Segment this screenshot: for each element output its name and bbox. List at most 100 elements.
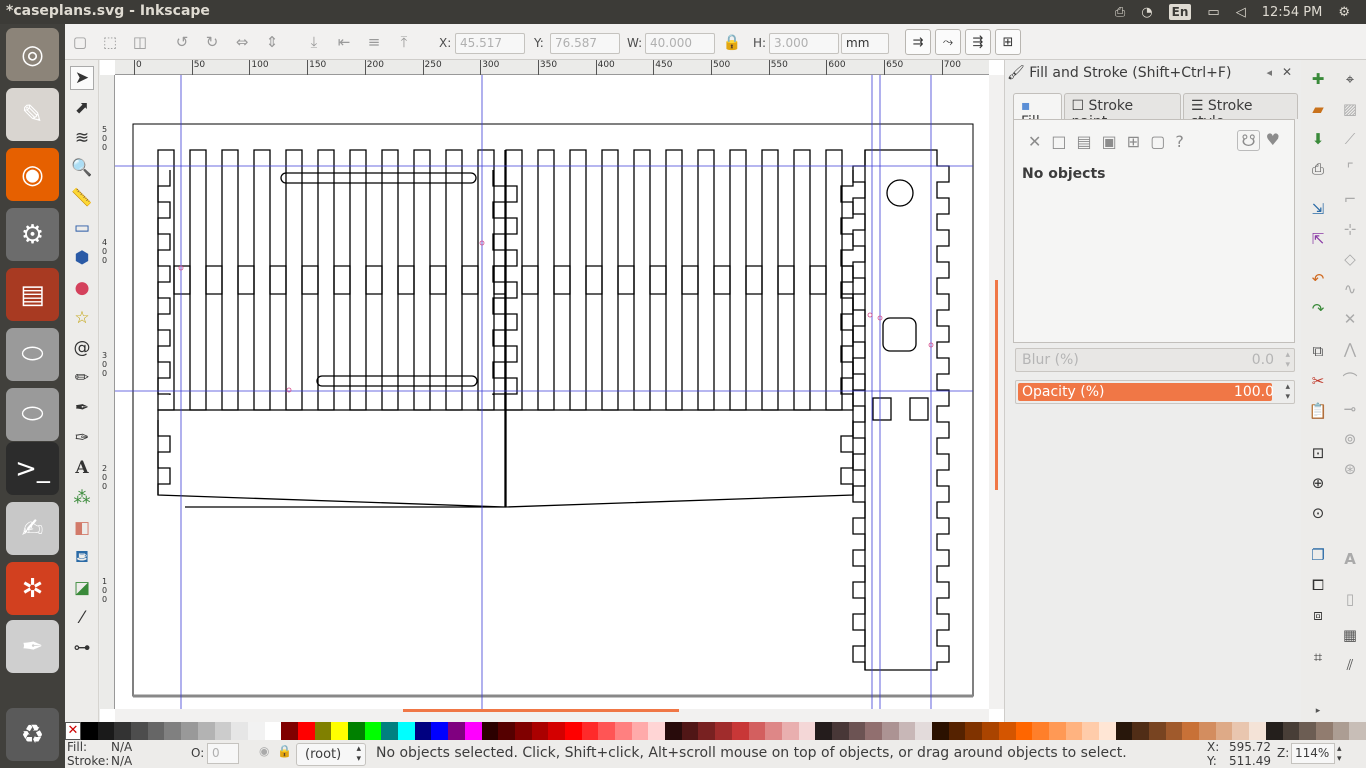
move-patterns-icon[interactable]: ⊞: [995, 29, 1021, 55]
tab-stroke-style[interactable]: ☰ Stroke style: [1182, 93, 1298, 130]
connector-tool-icon[interactable]: ⊶: [70, 636, 94, 660]
color-swatch[interactable]: [247, 722, 265, 740]
color-swatch[interactable]: [948, 722, 966, 740]
snap-rotation-center-icon[interactable]: ⊛: [1339, 458, 1361, 480]
color-swatch[interactable]: [414, 722, 432, 740]
undo-icon[interactable]: ↶: [1307, 268, 1329, 290]
color-swatch[interactable]: [848, 722, 866, 740]
color-swatch[interactable]: [1249, 722, 1266, 740]
vertical-ruler[interactable]: 5 0 0 4 0 0 3 0 0 2 0 0 1 0 0: [100, 75, 115, 709]
snap-line-mid-icon[interactable]: ⊸: [1339, 398, 1361, 420]
color-swatch[interactable]: [448, 722, 465, 740]
more-commands-icon[interactable]: ▸: [1307, 700, 1329, 722]
color-swatch[interactable]: [998, 722, 1016, 740]
h-input[interactable]: 3.000: [769, 33, 839, 54]
color-swatch[interactable]: [1332, 722, 1350, 740]
opacity-spin-icon[interactable]: ▴ ▾: [1285, 382, 1290, 402]
zoom-drawing-icon[interactable]: ⊕: [1307, 472, 1329, 494]
color-swatch[interactable]: [1232, 722, 1250, 740]
redo-icon[interactable]: ↷: [1307, 298, 1329, 320]
color-swatch[interactable]: [1132, 722, 1149, 740]
horizontal-scroll-thumb[interactable]: [403, 709, 679, 712]
color-swatch[interactable]: [865, 722, 882, 740]
import-icon[interactable]: ⇲: [1307, 198, 1329, 220]
color-swatch[interactable]: [731, 722, 749, 740]
fill-rule-nonzero-icon[interactable]: ♥: [1266, 130, 1280, 151]
color-swatch[interactable]: [431, 722, 449, 740]
deselect-icon[interactable]: ◫: [129, 31, 151, 53]
no-paint-swatch[interactable]: ✕: [65, 722, 81, 740]
vertical-scroll-thumb[interactable]: [995, 280, 998, 490]
color-swatch[interactable]: [1315, 722, 1333, 740]
snap-toggle-icon[interactable]: ⌖: [1339, 68, 1361, 90]
3d-box-tool-icon[interactable]: ⬢: [70, 246, 94, 270]
color-swatch[interactable]: [464, 722, 482, 740]
color-swatch[interactable]: [97, 722, 115, 740]
select-all-icon[interactable]: ▢: [69, 31, 91, 53]
color-swatch[interactable]: [331, 722, 348, 740]
keyboard-language[interactable]: En: [1168, 4, 1192, 20]
flip-vertical-icon[interactable]: ⇕: [261, 31, 283, 53]
color-swatch[interactable]: [648, 722, 666, 740]
x-input[interactable]: 45.517: [455, 33, 525, 54]
cut-icon[interactable]: ✂: [1307, 370, 1329, 392]
zoom-input[interactable]: 114%: [1291, 743, 1335, 764]
star-tool-icon[interactable]: ☆: [70, 306, 94, 330]
snap-smooth-icon[interactable]: ⌒: [1339, 368, 1361, 390]
snap-nodes-icon[interactable]: ◇: [1339, 248, 1361, 270]
color-swatch[interactable]: [1349, 722, 1366, 740]
color-swatch[interactable]: [1182, 722, 1200, 740]
color-swatch[interactable]: [815, 722, 832, 740]
document-viewer-icon[interactable]: ✎: [6, 88, 59, 141]
pattern-icon[interactable]: ⊞: [1127, 132, 1140, 151]
pen-tool-icon[interactable]: ✒: [70, 396, 94, 420]
blur-slider[interactable]: Blur (%) 0.0 ▴ ▾: [1015, 348, 1295, 372]
layer-visibility-icon[interactable]: ◉: [259, 744, 269, 758]
color-swatch[interactable]: [631, 722, 649, 740]
side-tab-2[interactable]: [909, 397, 929, 421]
layer-lock-icon[interactable]: 🔒: [277, 744, 292, 758]
copy-icon[interactable]: ⧉: [1307, 340, 1329, 362]
color-swatch[interactable]: [748, 722, 766, 740]
color-swatch[interactable]: [164, 722, 182, 740]
color-swatch[interactable]: [398, 722, 415, 740]
color-swatch[interactable]: [1048, 722, 1066, 740]
snap-bbox-icon[interactable]: ▨: [1339, 98, 1361, 120]
system-settings-icon[interactable]: ⚙: [6, 208, 59, 261]
snap-page-border-icon[interactable]: ▯: [1339, 588, 1361, 610]
no-paint-icon[interactable]: ✕: [1028, 132, 1041, 151]
color-swatch[interactable]: [581, 722, 599, 740]
color-swatch[interactable]: [147, 722, 165, 740]
panel-bottom-right-edge[interactable]: [840, 420, 854, 495]
disk-icon[interactable]: ⬭: [6, 328, 59, 381]
guide-anchor[interactable]: [867, 312, 873, 318]
terminal-icon[interactable]: >_: [6, 442, 59, 495]
battery-icon[interactable]: ▭: [1207, 5, 1219, 20]
color-swatch[interactable]: [498, 722, 515, 740]
vertical-scrollbar[interactable]: [989, 75, 1004, 709]
ellipse-tool-icon[interactable]: ●: [70, 276, 94, 300]
paste-icon[interactable]: 📋: [1307, 400, 1329, 422]
color-swatch[interactable]: [915, 722, 933, 740]
snap-text-baseline-icon[interactable]: A: [1339, 548, 1361, 570]
color-swatch[interactable]: [715, 722, 732, 740]
snap-paths-icon[interactable]: ∿: [1339, 278, 1361, 300]
panel-top-left-left-edge[interactable]: [157, 170, 171, 395]
snap-guide-icon[interactable]: ⫽: [1339, 654, 1361, 676]
panel-bottom-left-edge[interactable]: [157, 420, 171, 495]
color-swatch[interactable]: [798, 722, 816, 740]
blur-spin-icon[interactable]: ▴ ▾: [1285, 350, 1290, 370]
panel-top-left[interactable]: [157, 149, 506, 411]
gradient-tool-icon[interactable]: ◪: [70, 576, 94, 600]
w-input[interactable]: 40.000: [645, 33, 715, 54]
color-swatch[interactable]: [1282, 722, 1300, 740]
clock[interactable]: 12:54 PM: [1262, 5, 1323, 20]
rectangle-tool-icon[interactable]: ▭: [70, 216, 94, 240]
color-swatch[interactable]: [131, 722, 148, 740]
color-swatch[interactable]: [381, 722, 399, 740]
scale-stroke-icon[interactable]: ⇉: [905, 29, 931, 55]
color-swatch[interactable]: [698, 722, 716, 740]
panel-side-strip[interactable]: [864, 149, 950, 671]
save-icon[interactable]: ⬇: [1307, 128, 1329, 150]
node-tool-icon[interactable]: ⬈: [70, 96, 94, 120]
